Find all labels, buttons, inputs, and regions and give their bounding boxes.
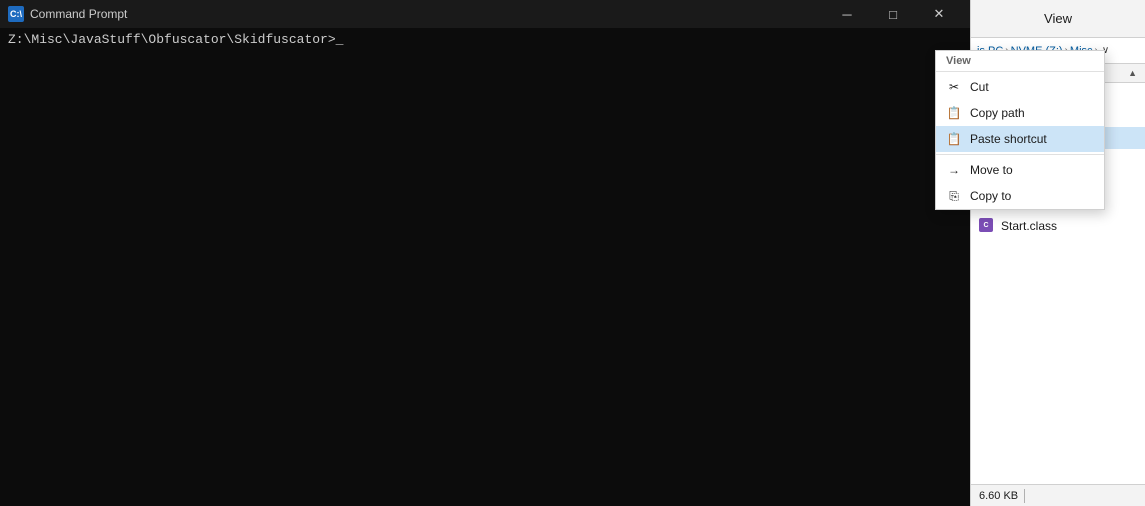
ctx-copy-to-label: Copy to <box>970 189 1011 203</box>
context-menu-section: View <box>936 51 1104 69</box>
ctx-divider-mid <box>936 154 1104 155</box>
cmd-window: C:\ Command Prompt ─ □ ✕ Z:\Misc\JavaStu… <box>0 0 970 506</box>
ctx-copy-to[interactable]: ⎘ Copy to <box>936 183 1104 209</box>
sort-icon: ▲ <box>1128 68 1137 78</box>
copy-path-icon: 📋 <box>946 105 962 121</box>
ctx-divider-top <box>936 71 1104 72</box>
ctx-paste-shortcut-label: Paste shortcut <box>970 132 1047 146</box>
cmd-prompt: Z:\Misc\JavaStuff\Obfuscator\Skidfuscato… <box>8 32 336 47</box>
cmd-body[interactable]: Z:\Misc\JavaStuff\Obfuscator\Skidfuscato… <box>0 28 970 506</box>
class-icon: C <box>979 218 995 234</box>
cmd-title: Command Prompt <box>30 7 818 21</box>
ctx-copy-path-label: Copy path <box>970 106 1025 120</box>
ribbon-title: View <box>1044 11 1072 26</box>
cmd-window-controls: ─ □ ✕ <box>824 0 962 28</box>
ctx-paste-shortcut[interactable]: 📋 Paste shortcut <box>936 126 1104 152</box>
copy-to-icon: ⎘ <box>946 188 962 204</box>
context-menu: View ✂ Cut 📋 Copy path 📋 Paste shortcut … <box>935 50 1105 210</box>
file-size-label: 6.60 KB <box>979 490 1018 502</box>
ctx-move-to[interactable]: → Move to <box>936 157 1104 183</box>
ctx-cut-label: Cut <box>970 80 989 94</box>
ctx-move-to-label: Move to <box>970 163 1013 177</box>
ctx-cut[interactable]: ✂ Cut <box>936 74 1104 100</box>
cmd-titlebar: C:\ Command Prompt ─ □ ✕ <box>0 0 970 28</box>
close-button[interactable]: ✕ <box>916 0 962 28</box>
file-label: Start.class <box>1001 219 1057 233</box>
statusbar-divider <box>1024 489 1025 503</box>
ctx-copy-path[interactable]: 📋 Copy path <box>936 100 1104 126</box>
cut-icon: ✂ <box>946 79 962 95</box>
maximize-button[interactable]: □ <box>870 0 916 28</box>
file-item-start-class[interactable]: C Start.class <box>971 215 1145 237</box>
status-bar: 6.60 KB <box>971 484 1145 506</box>
paste-shortcut-icon: 📋 <box>946 131 962 147</box>
minimize-button[interactable]: ─ <box>824 0 870 28</box>
cmd-app-icon: C:\ <box>8 6 24 22</box>
explorer-ribbon: View <box>971 0 1145 38</box>
cursor: _ <box>336 32 344 47</box>
move-to-icon: → <box>946 162 962 178</box>
